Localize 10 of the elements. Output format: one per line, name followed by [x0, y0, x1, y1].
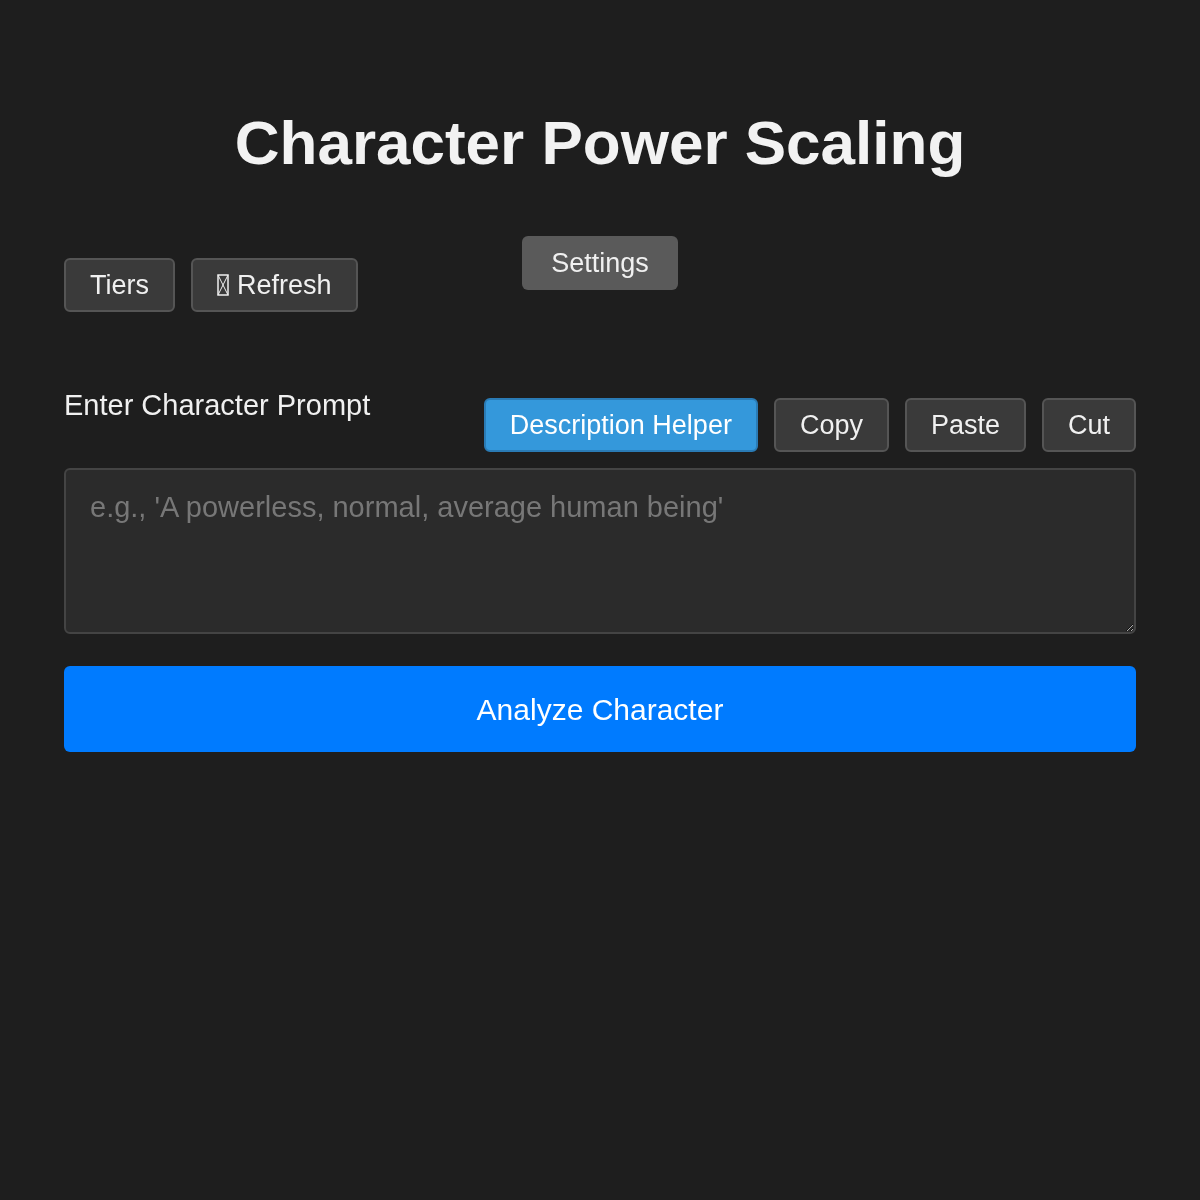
prompt-label: Enter Character Prompt [64, 388, 371, 422]
settings-button[interactable]: Settings [522, 236, 678, 290]
nav-button[interactable]: Refresh [191, 258, 358, 312]
tool-button[interactable]: Copy [773, 398, 889, 452]
prompt-field[interactable]: e.g., 'A powerless, normal, average human being' [64, 468, 1136, 634]
analyze-button[interactable]: Analyze Character [64, 666, 1136, 752]
tool-button[interactable]: Cut [1041, 398, 1136, 452]
tool-button[interactable]: Paste [904, 398, 1026, 452]
nav-button[interactable]: Tiers [64, 258, 175, 312]
page-title: Character Power Scaling [233, 107, 967, 179]
